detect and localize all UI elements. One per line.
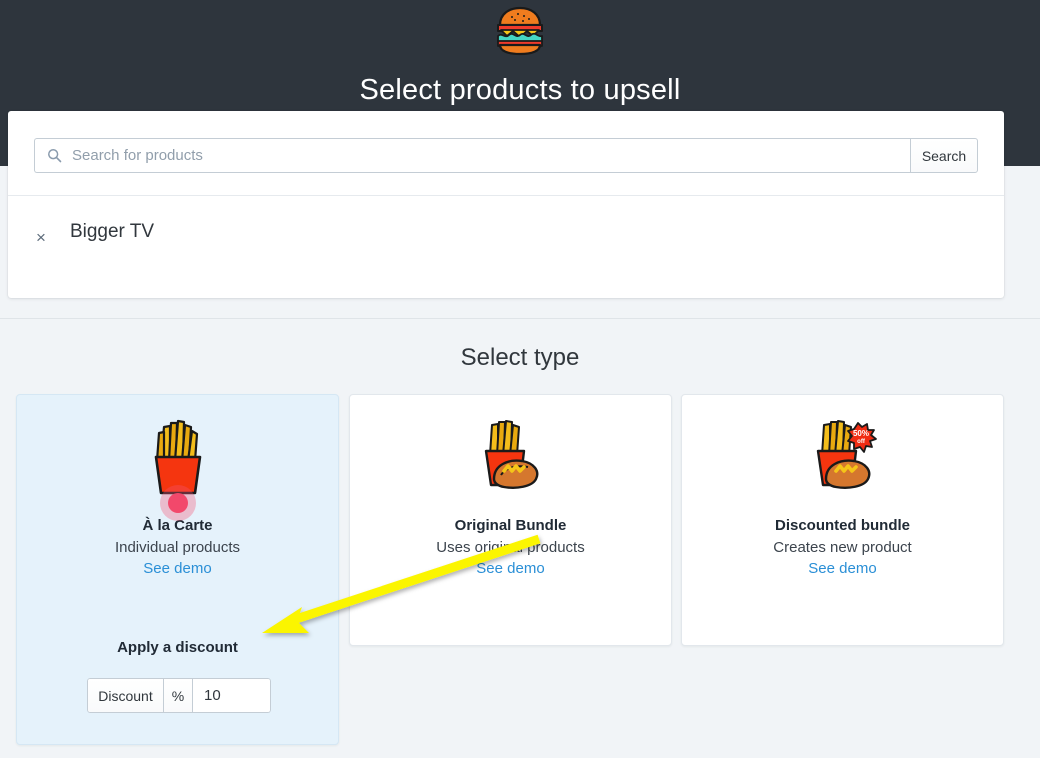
fries-hotdog-icon — [350, 419, 671, 497]
search-field-wrapper[interactable] — [34, 138, 910, 173]
discount-value-input[interactable] — [193, 678, 271, 713]
hamburger-icon — [493, 6, 547, 56]
discount-unit: % — [164, 678, 193, 713]
close-icon[interactable]: × — [36, 229, 46, 246]
search-button[interactable]: Search — [910, 138, 978, 173]
selected-product-name: Bigger TV — [70, 221, 154, 243]
hamburger-logo — [0, 6, 1040, 58]
card-subtitle: Creates new product — [682, 539, 1003, 556]
page-root: Select products to upsell Search × Bigge… — [0, 0, 1040, 758]
card-title: À la Carte — [17, 517, 338, 534]
type-card-a-la-carte[interactable]: À la Carte Individual products See demo … — [16, 394, 339, 745]
svg-text:off: off — [857, 439, 866, 445]
search-row: Search — [34, 138, 978, 173]
fries-hotdog-discount-icon: 50% off — [682, 419, 1003, 497]
select-type-title: Select type — [0, 344, 1040, 372]
card-title: Discounted bundle — [682, 517, 1003, 534]
see-demo-link[interactable]: See demo — [350, 560, 671, 577]
discount-input-group: Discount % — [87, 678, 271, 713]
see-demo-link[interactable]: See demo — [17, 560, 338, 577]
card-title: Original Bundle — [350, 517, 671, 534]
section-divider — [0, 318, 1040, 319]
search-input[interactable] — [72, 139, 910, 172]
page-title: Select products to upsell — [0, 74, 1040, 107]
svg-text:50%: 50% — [852, 429, 868, 438]
selected-product-row: × Bigger TV — [8, 196, 1004, 297]
french-fries-icon — [17, 419, 338, 497]
card-subtitle: Uses original products — [350, 539, 671, 556]
type-card-discounted-bundle[interactable]: 50% off Discounted bundle Creates new pr… — [681, 394, 1004, 646]
type-card-original-bundle[interactable]: Original Bundle Uses original products S… — [349, 394, 672, 646]
discount-label: Discount — [87, 678, 164, 713]
card-subtitle: Individual products — [17, 539, 338, 556]
search-icon — [47, 148, 62, 163]
apply-discount-title: Apply a discount — [17, 639, 338, 656]
product-search-panel: Search × Bigger TV — [8, 111, 1004, 298]
see-demo-link[interactable]: See demo — [682, 560, 1003, 577]
